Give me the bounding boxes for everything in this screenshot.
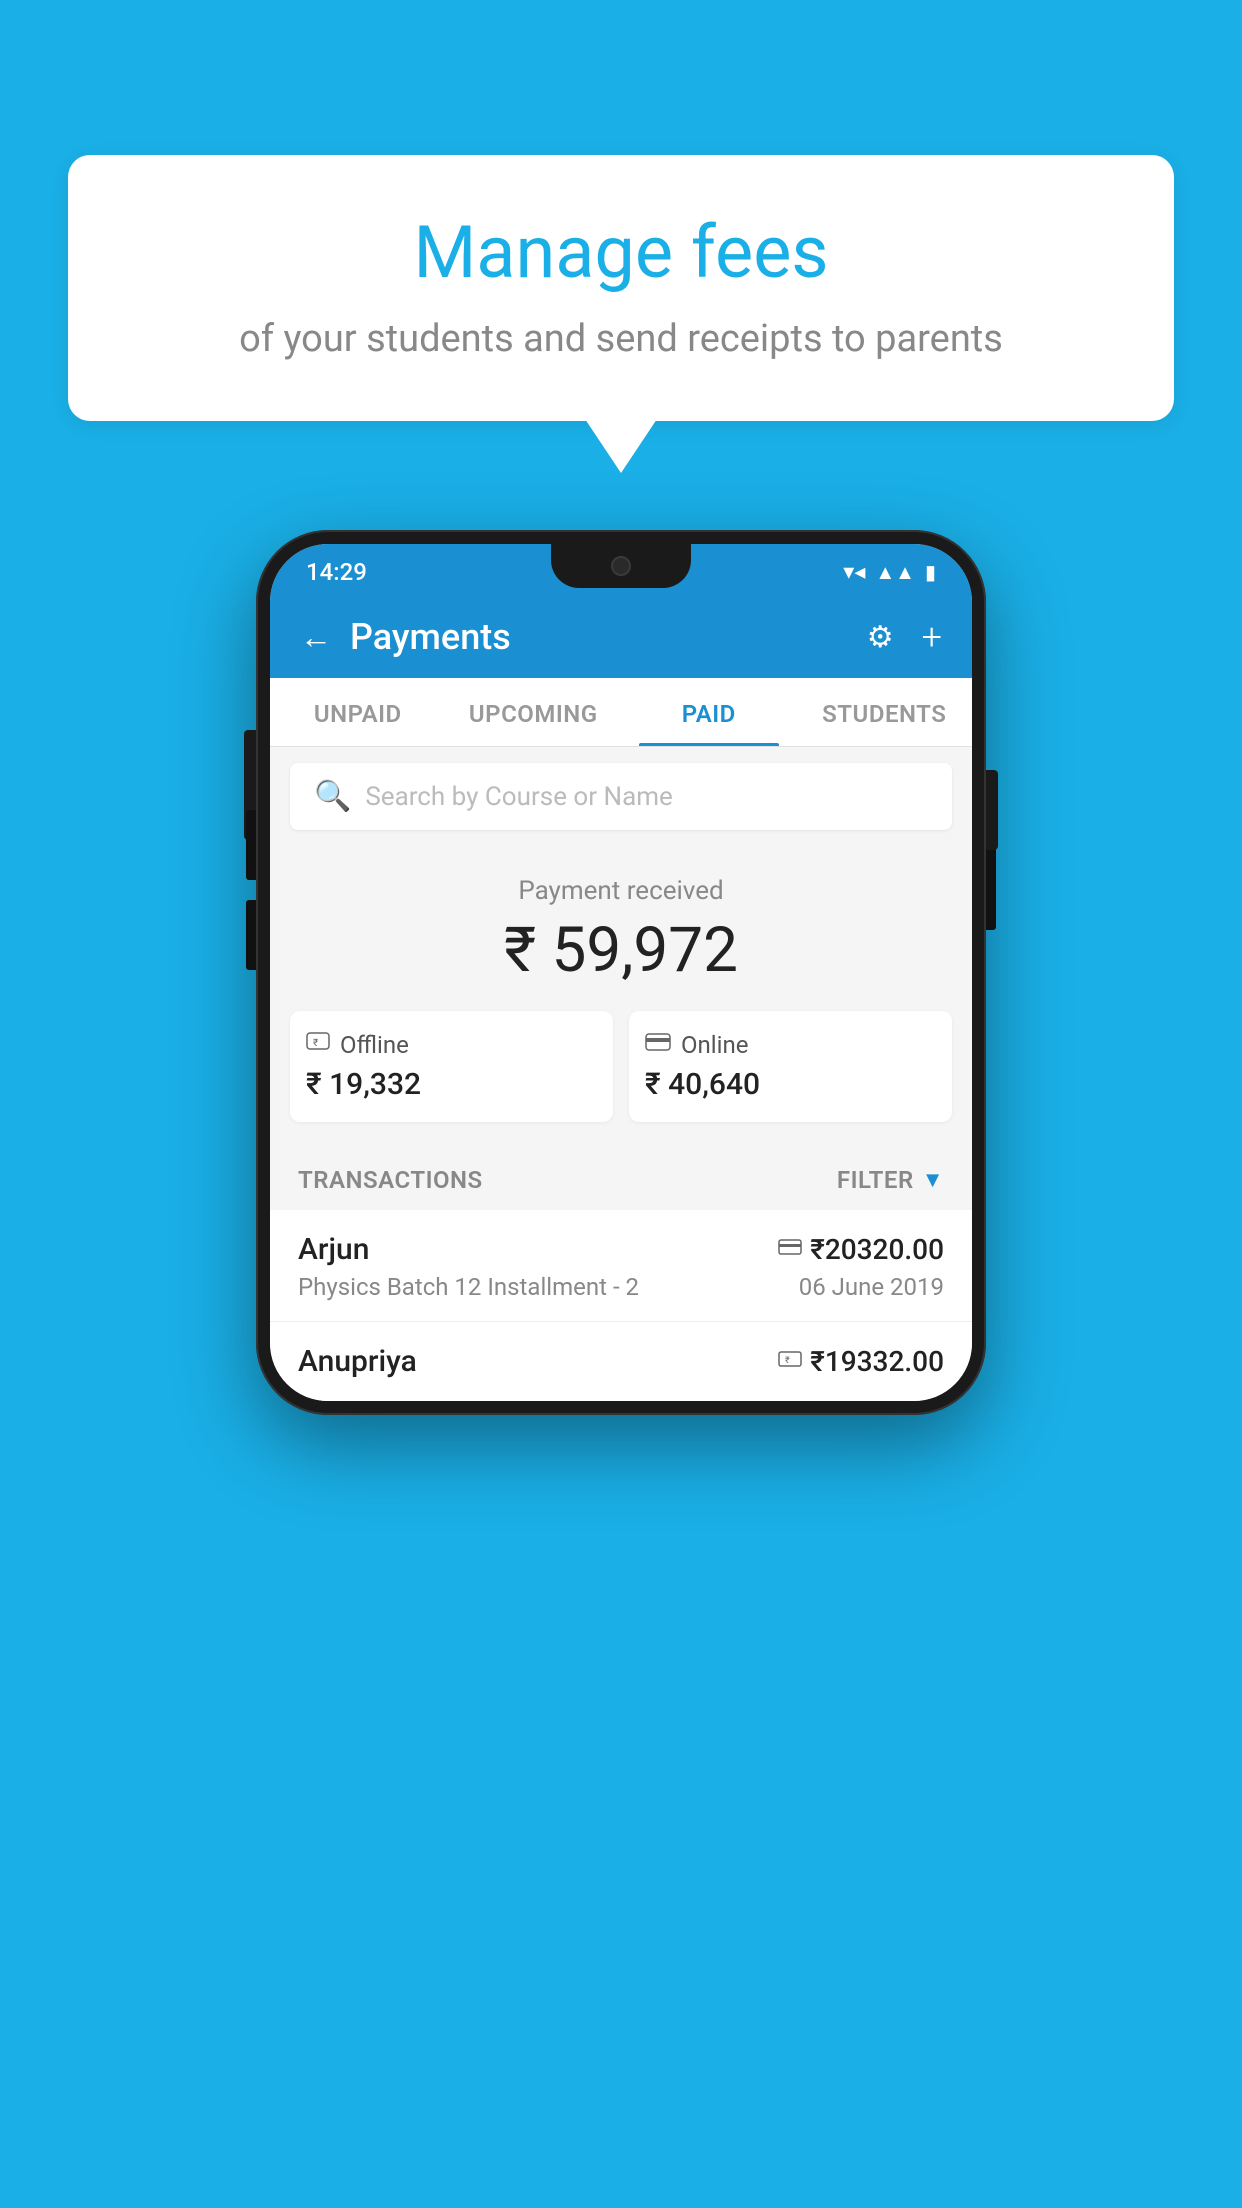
student-name: Arjun (298, 1232, 369, 1267)
filter-label: FILTER (837, 1166, 914, 1194)
transaction-top-2: Anupriya ₹ ₹19332.00 (298, 1344, 944, 1379)
payment-cards: ₹ Offline ₹ 19,332 (290, 1011, 952, 1122)
settings-icon[interactable]: ⚙ (867, 620, 894, 655)
offline-card-header: ₹ Offline (306, 1031, 597, 1059)
amount-right: ₹20320.00 (778, 1233, 944, 1266)
filter-icon: ▼ (922, 1167, 944, 1193)
phone-wrapper: 14:29 ▾◂ ▲▲ ▮ ← Payments ⚙ + (256, 530, 986, 1415)
phone-screen: 14:29 ▾◂ ▲▲ ▮ ← Payments ⚙ + (270, 544, 972, 1401)
transaction-top: Arjun ₹20320.00 (298, 1232, 944, 1267)
battery-icon: ▮ (925, 560, 936, 584)
student-name-2: Anupriya (298, 1344, 417, 1379)
status-icons: ▾◂ ▲▲ ▮ (843, 560, 936, 585)
header-left: ← Payments (300, 616, 511, 658)
online-payment-card: Online ₹ 40,640 (629, 1011, 952, 1122)
transactions-header: TRANSACTIONS FILTER ▼ (270, 1146, 972, 1210)
search-placeholder[interactable]: Search by Course or Name (365, 782, 672, 812)
notch (551, 544, 691, 588)
search-bar[interactable]: 🔍 Search by Course or Name (290, 763, 952, 830)
filter-button[interactable]: FILTER ▼ (837, 1166, 944, 1194)
add-icon[interactable]: + (922, 616, 942, 658)
online-icon (645, 1032, 671, 1058)
bubble-title: Manage fees (128, 210, 1114, 295)
header-title: Payments (350, 616, 511, 658)
payment-received-label: Payment received (290, 876, 952, 906)
header-right: ⚙ + (867, 616, 942, 658)
speech-bubble-container: Manage fees of your students and send re… (68, 155, 1174, 421)
phone-outer: 14:29 ▾◂ ▲▲ ▮ ← Payments ⚙ + (256, 530, 986, 1415)
tab-students[interactable]: STUDENTS (797, 678, 973, 746)
status-time: 14:29 (306, 558, 367, 586)
bubble-subtitle: of your students and send receipts to pa… (128, 317, 1114, 361)
tabs-bar: UNPAID UPCOMING PAID STUDENTS (270, 678, 972, 747)
search-container: 🔍 Search by Course or Name (270, 747, 972, 846)
transaction-date: 06 June 2019 (799, 1273, 944, 1301)
payment-total-amount: ₹ 59,972 (290, 914, 952, 987)
offline-amount: ₹ 19,332 (306, 1067, 597, 1102)
transaction-amount: ₹20320.00 (810, 1233, 944, 1266)
offline-icon: ₹ (306, 1031, 330, 1059)
volume-down-button[interactable] (246, 900, 256, 970)
speech-bubble: Manage fees of your students and send re… (68, 155, 1174, 421)
online-card-header: Online (645, 1031, 936, 1059)
notch-camera (611, 556, 631, 576)
course-info: Physics Batch 12 Installment - 2 (298, 1273, 639, 1301)
amount-right-2: ₹ ₹19332.00 (778, 1345, 944, 1378)
svg-text:₹: ₹ (785, 1356, 790, 1366)
signal-icon: ▲▲ (875, 560, 915, 585)
power-button[interactable] (986, 840, 996, 930)
transaction-row-2[interactable]: Anupriya ₹ ₹19332.00 (270, 1322, 972, 1401)
volume-up-button[interactable] (246, 810, 256, 880)
app-header: ← Payments ⚙ + (270, 596, 972, 678)
transactions-label: TRANSACTIONS (298, 1166, 483, 1194)
tab-paid[interactable]: PAID (621, 678, 797, 746)
tab-unpaid[interactable]: UNPAID (270, 678, 446, 746)
back-button[interactable]: ← (300, 618, 332, 656)
online-type: Online (681, 1031, 748, 1059)
transaction-amount-2: ₹19332.00 (810, 1345, 944, 1378)
online-amount: ₹ 40,640 (645, 1067, 936, 1102)
tab-upcoming[interactable]: UPCOMING (446, 678, 622, 746)
svg-text:₹: ₹ (313, 1038, 318, 1049)
card-payment-icon (778, 1238, 802, 1262)
cash-payment-icon: ₹ (778, 1350, 802, 1374)
wifi-icon: ▾◂ (843, 560, 865, 585)
transaction-bottom: Physics Batch 12 Installment - 2 06 June… (298, 1273, 944, 1301)
search-icon: 🔍 (314, 779, 351, 814)
transaction-row[interactable]: Arjun ₹20320.00 Physics Batch 12 Install… (270, 1210, 972, 1322)
payment-summary: Payment received ₹ 59,972 ₹ (270, 846, 972, 1146)
offline-payment-card: ₹ Offline ₹ 19,332 (290, 1011, 613, 1122)
offline-type: Offline (340, 1031, 409, 1059)
